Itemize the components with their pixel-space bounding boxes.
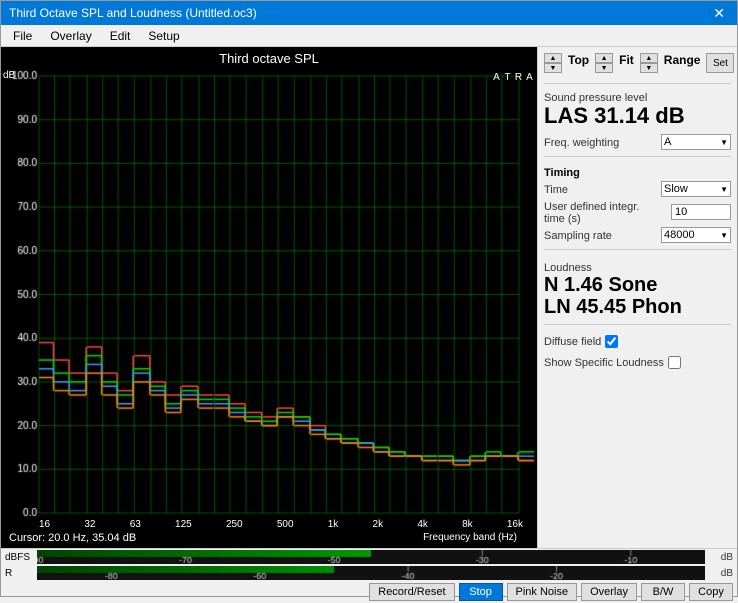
main-content: Third octave SPL dB ARTA 16 32 63 125 25… (1, 47, 737, 548)
range-label: Range (664, 53, 701, 73)
spl-section: Sound pressure level LAS 31.14 dB (544, 90, 731, 128)
meter-r-end: dB (709, 568, 733, 579)
menu-bar: File Overlay Edit Setup (1, 25, 737, 47)
diffuse-field-label: Diffuse field (544, 336, 601, 348)
top-controls: ▲ ▼ Top ▲ ▼ Fit ▲ ▼ Range Set (544, 53, 731, 73)
loudness-ln-value: LN 45.45 Phon (544, 296, 731, 318)
stop-button[interactable]: Stop (459, 583, 503, 601)
menu-edit[interactable]: Edit (102, 27, 139, 45)
loudness-section: Loudness N 1.46 Sone LN 45.45 Phon (544, 260, 731, 318)
loudness-n-value: N 1.46 Sone (544, 274, 731, 296)
time-row: Time Slow ▼ (544, 181, 731, 197)
sampling-rate-row: Sampling rate 48000 ▼ (544, 227, 731, 243)
diffuse-field-checkbox[interactable] (605, 335, 618, 348)
freq-weighting-row: Freq. weighting A ▼ (544, 134, 731, 150)
separator-4 (544, 324, 731, 325)
time-value: Slow (664, 183, 688, 195)
sampling-rate-combo[interactable]: 48000 ▼ (661, 227, 731, 243)
x-axis-area: 16 32 63 125 250 500 1k 2k 4k 8k 16k Cur… (1, 519, 537, 548)
time-arrow: ▼ (720, 185, 728, 194)
time-label: Time (544, 184, 568, 196)
meter-dbfs-label: dBFS (5, 552, 33, 563)
menu-overlay[interactable]: Overlay (42, 27, 99, 45)
chart-area: Third octave SPL dB ARTA 16 32 63 125 25… (1, 47, 537, 548)
user-defined-row: User defined integr. time (s) (544, 199, 731, 225)
menu-file[interactable]: File (5, 27, 40, 45)
title-bar: Third Octave SPL and Loudness (Untitled.… (1, 1, 737, 25)
range-down-btn[interactable]: ▼ (640, 63, 658, 73)
range-up-btn[interactable]: ▲ (640, 53, 658, 63)
range-spin-group: ▲ ▼ (640, 53, 658, 73)
show-specific-label: Show Specific Loudness (544, 357, 664, 369)
separator-3 (544, 249, 731, 250)
user-defined-label: User defined integr. time (s) (544, 201, 644, 225)
freq-weighting-arrow: ▼ (720, 138, 728, 147)
window-title: Third Octave SPL and Loudness (Untitled.… (9, 6, 257, 20)
bw-button[interactable]: B/W (641, 583, 685, 601)
overlay-button[interactable]: Overlay (581, 583, 637, 601)
top-down-btn[interactable]: ▼ (544, 63, 562, 73)
y-axis-label: dB (3, 70, 15, 81)
sampling-rate-value: 48000 (664, 229, 695, 241)
record-reset-button[interactable]: Record/Reset (369, 583, 454, 601)
user-defined-input[interactable] (671, 204, 731, 220)
meter-r-label: R (5, 568, 33, 579)
fit-down-btn[interactable]: ▼ (595, 63, 613, 73)
right-panel: ▲ ▼ Top ▲ ▼ Fit ▲ ▼ Range Set Sound (537, 47, 737, 548)
meter-r-container (37, 566, 705, 580)
chart-canvas[interactable] (1, 68, 537, 519)
fit-spin-group: ▲ ▼ (595, 53, 613, 73)
meter-l-canvas (37, 550, 705, 564)
fit-label: Fit (619, 53, 634, 73)
main-window: Third Octave SPL and Loudness (Untitled.… (0, 0, 738, 597)
separator-2 (544, 156, 731, 157)
freq-weighting-combo[interactable]: A ▼ (661, 134, 731, 150)
meter-row-r: R dB (1, 565, 737, 581)
separator-1 (544, 83, 731, 84)
bottom-bar: dBFS dB R dB Record/Reset Stop Pink Nois… (1, 548, 737, 596)
cursor-info: Cursor: 20.0 Hz, 35.04 dB (5, 530, 140, 546)
chart-title: Third octave SPL (1, 47, 537, 68)
timing-title: Timing (544, 167, 731, 179)
meter-r-canvas (37, 566, 705, 580)
show-specific-checkbox[interactable] (668, 356, 681, 369)
set-button[interactable]: Set (706, 53, 734, 73)
x-axis-label: Frequency band (Hz) (423, 532, 533, 545)
meter-row-dbfs: dBFS dB (1, 549, 737, 565)
sampling-rate-label: Sampling rate (544, 230, 612, 242)
meter-dbfs-end: dB (709, 552, 733, 563)
chart-wrapper: dB ARTA (1, 68, 537, 519)
diffuse-field-row: Diffuse field (544, 334, 731, 348)
copy-button[interactable]: Copy (689, 583, 733, 601)
show-specific-row: Show Specific Loudness (544, 355, 731, 369)
arta-label: ARTA (491, 72, 535, 85)
time-combo[interactable]: Slow ▼ (661, 181, 731, 197)
button-row: Record/Reset Stop Pink Noise Overlay B/W… (1, 581, 737, 603)
freq-weighting-label: Freq. weighting (544, 137, 619, 149)
sampling-rate-arrow: ▼ (720, 231, 728, 240)
freq-weighting-value: A (664, 136, 671, 148)
x-ticks: 16 32 63 125 250 500 1k 2k 4k 8k 16k (1, 519, 537, 530)
menu-setup[interactable]: Setup (140, 27, 187, 45)
pink-noise-button[interactable]: Pink Noise (507, 583, 578, 601)
loudness-label: Loudness (544, 262, 731, 274)
spl-value: LAS 31.14 dB (544, 104, 731, 128)
fit-up-btn[interactable]: ▲ (595, 53, 613, 63)
close-button[interactable]: ✕ (709, 5, 729, 22)
timing-section: Timing Time Slow ▼ User defined integr. … (544, 163, 731, 243)
top-up-btn[interactable]: ▲ (544, 53, 562, 63)
top-label: Top (568, 53, 589, 73)
top-spin-group: ▲ ▼ (544, 53, 562, 73)
meter-dbfs-container (37, 550, 705, 564)
